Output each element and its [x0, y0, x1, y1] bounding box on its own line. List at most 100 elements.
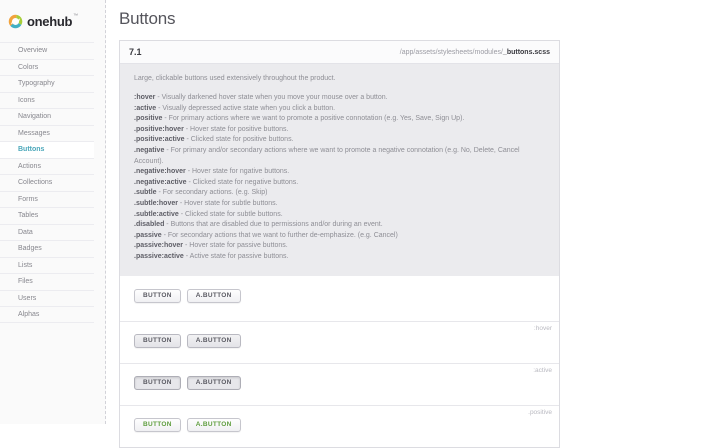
- class-definition-term: .positive:active: [134, 136, 185, 144]
- class-definition-term: .passive:hover: [134, 242, 184, 250]
- class-definition-term: .positive:hover: [134, 125, 184, 133]
- file-path-prefix: /app/assets/stylesheets/modules/: [399, 48, 503, 56]
- class-definition-desc: - Hover state for positive buttons.: [185, 125, 289, 133]
- page-title: Buttons: [119, 9, 176, 28]
- sidebar-item-actions[interactable]: Actions: [0, 157, 94, 174]
- sidebar-item-typography[interactable]: Typography: [0, 75, 94, 92]
- sidebar-item-tables[interactable]: Tables: [0, 207, 94, 224]
- class-definition: .subtle - For secondary actions. (e.g. S…: [134, 188, 545, 199]
- class-definition: .subtle:hover - Hover state for subtle b…: [134, 199, 545, 210]
- class-definition: .disabled - Buttons that are disabled du…: [134, 220, 545, 231]
- sidebar-item-files[interactable]: Files: [0, 273, 94, 290]
- example-row-active: :active BUTTON A.BUTTON: [120, 362, 559, 405]
- class-definition: .negative - For primary and/or secondary…: [134, 146, 545, 167]
- class-definition-desc: - Hover state for subtle buttons.: [179, 199, 278, 207]
- class-definition-term: :active: [134, 104, 157, 112]
- class-definition-desc: - For primary and/or secondary actions w…: [134, 146, 520, 165]
- class-definition-term: .negative: [134, 146, 165, 154]
- class-definition: :hover - Visually darkened hover state w…: [134, 93, 545, 104]
- class-definition-desc: - Hover state for passive buttons.: [184, 242, 288, 250]
- class-definition: .positive - For primary actions where we…: [134, 114, 545, 125]
- class-definition-desc: - Visually depressed active state when y…: [158, 104, 336, 112]
- class-definition: .negative:hover - Hover state for ngativ…: [134, 167, 545, 178]
- example-button[interactable]: A.BUTTON: [186, 417, 241, 432]
- logo-trademark: ™: [73, 13, 79, 19]
- class-definition-desc: - Clicked state for positive buttons.: [186, 136, 294, 144]
- button-examples: BUTTON A.BUTTON :hover BUTTON A.BUTTON :ac…: [120, 276, 559, 447]
- example-button[interactable]: BUTTON: [134, 333, 181, 348]
- example-button[interactable]: BUTTON: [134, 288, 181, 303]
- intro-text: Large, clickable buttons used extensivel…: [134, 75, 336, 82]
- class-definition-term: .negative:active: [134, 178, 187, 186]
- class-definition: .passive:active - Active state for passi…: [134, 252, 545, 263]
- class-definition-term: .passive:active: [134, 252, 184, 260]
- class-definition-desc: - Visually darkened hover state when you…: [157, 94, 388, 101]
- example-state-label: .positive: [528, 408, 552, 416]
- file-path: /app/assets/stylesheets/modules/_buttons…: [400, 49, 550, 56]
- class-definition-desc: - For primary actions where we want to p…: [164, 115, 465, 123]
- sidebar-item-messages[interactable]: Messages: [0, 124, 94, 141]
- class-definition-term: .passive: [134, 231, 162, 239]
- class-definition-desc: - Clicked state for subtle buttons.: [180, 210, 283, 218]
- example-button[interactable]: A.BUTTON: [186, 333, 241, 348]
- example-button[interactable]: BUTTON: [134, 375, 181, 390]
- class-definition-desc: - Buttons that are disabled due to permi…: [166, 221, 383, 229]
- class-definition-desc: - For secondary actions. (e.g. Skip): [158, 189, 268, 197]
- sidebar: onehub ™ Overview Colors Typography Icons Na…: [0, 0, 106, 424]
- section-number: 7.1: [129, 47, 142, 57]
- app-root: onehub ™ Overview Colors Typography Icons Na…: [0, 0, 720, 448]
- example-button[interactable]: A.BUTTON: [186, 288, 241, 303]
- example-row-positive: .positive BUTTON A.BUTTON: [120, 404, 559, 447]
- class-definition-term: .positive: [134, 115, 163, 123]
- class-definition-term: .subtle:hover: [134, 199, 178, 207]
- class-definition-desc: - For secondary actions that we want to …: [163, 231, 398, 239]
- file-path-name: _buttons.scss: [502, 48, 550, 56]
- class-definition: :active - Visually depressed active stat…: [134, 104, 545, 115]
- class-definition-term: .negative:hover: [134, 168, 186, 176]
- sidebar-item-icons[interactable]: Icons: [0, 91, 94, 108]
- sidebar-item-users[interactable]: Users: [0, 289, 94, 306]
- sidebar-item-lists[interactable]: Lists: [0, 256, 94, 273]
- class-definition-desc: - Hover state for ngative buttons.: [187, 168, 290, 176]
- sidebar-nav: Overview Colors Typography Icons Navigation M…: [0, 42, 105, 323]
- sidebar-item-buttons[interactable]: Buttons: [0, 141, 94, 158]
- class-definition: .passive - For secondary actions that we…: [134, 231, 545, 242]
- example-row-default: BUTTON A.BUTTON: [120, 276, 559, 321]
- class-definition-desc: - Clicked state for negative buttons.: [188, 178, 299, 186]
- class-definition-term: .subtle:active: [134, 210, 179, 218]
- logo[interactable]: onehub ™: [0, 0, 105, 42]
- class-definition: .negative:active - Clicked state for neg…: [134, 178, 545, 189]
- example-state-label: :active: [533, 366, 552, 374]
- onehub-logo-icon: [8, 14, 23, 29]
- example-button-group: BUTTON A.BUTTON: [134, 417, 559, 432]
- section-header: 7.1 /app/assets/stylesheets/modules/_but…: [120, 41, 559, 64]
- sidebar-item-forms[interactable]: Forms: [0, 190, 94, 207]
- sidebar-item-badges[interactable]: Badges: [0, 240, 94, 257]
- example-state-label: :hover: [533, 324, 552, 332]
- section-description: Large, clickable buttons used extensivel…: [120, 64, 559, 276]
- sidebar-item-alphas[interactable]: Alphas: [0, 306, 94, 323]
- example-button-group: BUTTON A.BUTTON: [134, 333, 559, 348]
- example-button[interactable]: BUTTON: [134, 417, 181, 432]
- class-definition-term: .subtle: [134, 189, 157, 197]
- main-content: Buttons 7.1 /app/assets/stylesheets/modu…: [106, 0, 720, 448]
- sidebar-item-data[interactable]: Data: [0, 223, 94, 240]
- example-button[interactable]: A.BUTTON: [186, 375, 241, 390]
- sidebar-item-collections[interactable]: Collections: [0, 174, 94, 191]
- class-definition-term: .disabled: [134, 221, 165, 229]
- class-definition-term: :hover: [134, 94, 156, 101]
- class-definitions: :hover - Visually darkened hover state w…: [134, 93, 545, 263]
- example-button-group: BUTTON A.BUTTON: [134, 288, 559, 303]
- example-button-group: BUTTON A.BUTTON: [134, 375, 559, 390]
- class-definition: .passive:hover - Hover state for passive…: [134, 241, 545, 252]
- class-definition: .positive:hover - Hover state for positi…: [134, 125, 545, 136]
- section-panel: 7.1 /app/assets/stylesheets/modules/_but…: [119, 40, 560, 448]
- example-row-hover: :hover BUTTON A.BUTTON: [120, 320, 559, 363]
- class-definition: .subtle:active - Clicked state for subtl…: [134, 210, 545, 221]
- sidebar-item-colors[interactable]: Colors: [0, 58, 94, 75]
- sidebar-item-navigation[interactable]: Navigation: [0, 108, 94, 125]
- logo-text: onehub: [27, 13, 73, 29]
- sidebar-item-overview[interactable]: Overview: [0, 42, 94, 59]
- class-definition-desc: - Active state for passive buttons.: [185, 252, 289, 260]
- class-definition: .positive:active - Clicked state for pos…: [134, 135, 545, 146]
